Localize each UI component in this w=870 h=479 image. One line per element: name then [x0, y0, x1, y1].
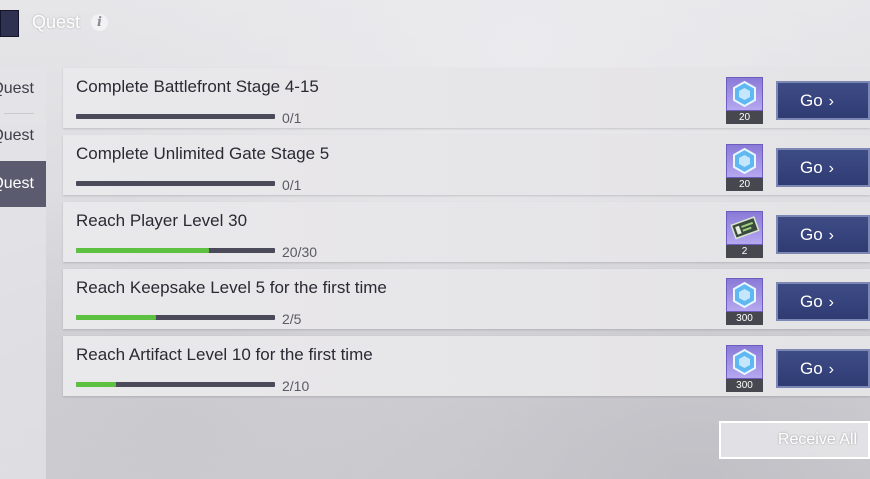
progress-bar	[76, 382, 275, 387]
reward-box	[726, 211, 763, 245]
reward-box	[726, 278, 763, 312]
go-button[interactable]: Go ›	[776, 215, 870, 254]
sidebar-item-label: Quest	[0, 80, 34, 97]
progress-fill	[76, 382, 116, 387]
reward-count: 2	[726, 245, 763, 258]
reward-box	[726, 345, 763, 379]
reward-count: 20	[726, 111, 763, 124]
quest-row: Complete Unlimited Gate Stage 5 0/1 20 G…	[63, 135, 870, 195]
crystal-icon	[733, 348, 756, 376]
sidebar-item-label: Quest	[0, 127, 34, 144]
progress-fill	[76, 315, 156, 320]
reward-item[interactable]: 20	[726, 144, 763, 191]
chevron-right-icon: ›	[828, 160, 834, 177]
receive-all-button[interactable]: Receive All	[719, 421, 870, 459]
go-label: Go	[799, 359, 823, 378]
reward-count: 300	[726, 312, 763, 325]
quest-row: Reach Player Level 30 20/30 2 Go ›	[63, 202, 870, 262]
go-label: Go	[799, 292, 823, 311]
chevron-right-icon: ›	[828, 93, 834, 110]
progress-bar	[76, 315, 275, 320]
quest-row: Reach Keepsake Level 5 for the first tim…	[63, 269, 870, 329]
quest-title: Complete Battlefront Stage 4-15	[76, 77, 319, 96]
quest-title: Reach Artifact Level 10 for the first ti…	[76, 345, 373, 364]
reward-box	[726, 144, 763, 178]
progress-bar	[76, 114, 275, 119]
info-icon[interactable]: i	[91, 14, 108, 31]
sidebar-item-label: Quest	[0, 175, 34, 192]
sidebar-item-quest-2[interactable]: Quest	[0, 113, 46, 159]
reward-box	[726, 77, 763, 111]
go-label: Go	[799, 158, 823, 177]
quest-title: Reach Keepsake Level 5 for the first tim…	[76, 278, 387, 297]
chevron-right-icon: ›	[828, 294, 834, 311]
reward-count: 20	[726, 178, 763, 191]
quest-title: Reach Player Level 30	[76, 211, 248, 230]
reward-item[interactable]: 300	[726, 345, 763, 392]
sidebar: Quest Quest Quest	[0, 66, 46, 479]
sidebar-item-quest-3[interactable]: Quest	[0, 161, 46, 207]
go-button[interactable]: Go ›	[776, 81, 870, 120]
progress-text: 20/30	[282, 244, 318, 260]
crystal-icon	[733, 147, 756, 175]
reward-item[interactable]: 2	[726, 211, 763, 258]
go-label: Go	[799, 91, 823, 110]
go-button[interactable]: Go ›	[776, 282, 870, 321]
quest-title: Complete Unlimited Gate Stage 5	[76, 144, 330, 163]
progress-text: 2/5	[282, 311, 302, 327]
quest-row: Complete Battlefront Stage 4-15 0/1 20 G…	[63, 68, 870, 128]
progress-bar	[76, 248, 275, 253]
back-button[interactable]	[0, 10, 19, 37]
reward-count: 300	[726, 379, 763, 392]
progress-text: 0/1	[282, 177, 302, 193]
chevron-right-icon: ›	[828, 227, 834, 244]
reward-item[interactable]: 300	[726, 278, 763, 325]
progress-text: 0/1	[282, 110, 302, 126]
page-title: Quest	[32, 12, 81, 32]
crystal-icon	[733, 281, 756, 309]
ticket-icon	[730, 216, 760, 240]
quest-row: Reach Artifact Level 10 for the first ti…	[63, 336, 870, 396]
reward-item[interactable]: 20	[726, 77, 763, 124]
progress-text: 2/10	[282, 378, 310, 394]
progress-bar	[76, 181, 275, 186]
progress-fill	[76, 248, 209, 253]
go-button[interactable]: Go ›	[776, 148, 870, 187]
crystal-icon	[733, 80, 756, 108]
top-bar: Quest i	[0, 0, 870, 46]
chevron-right-icon: ›	[828, 361, 834, 378]
go-label: Go	[799, 225, 823, 244]
go-button[interactable]: Go ›	[776, 349, 870, 388]
sidebar-item-quest-1[interactable]: Quest	[0, 66, 46, 112]
